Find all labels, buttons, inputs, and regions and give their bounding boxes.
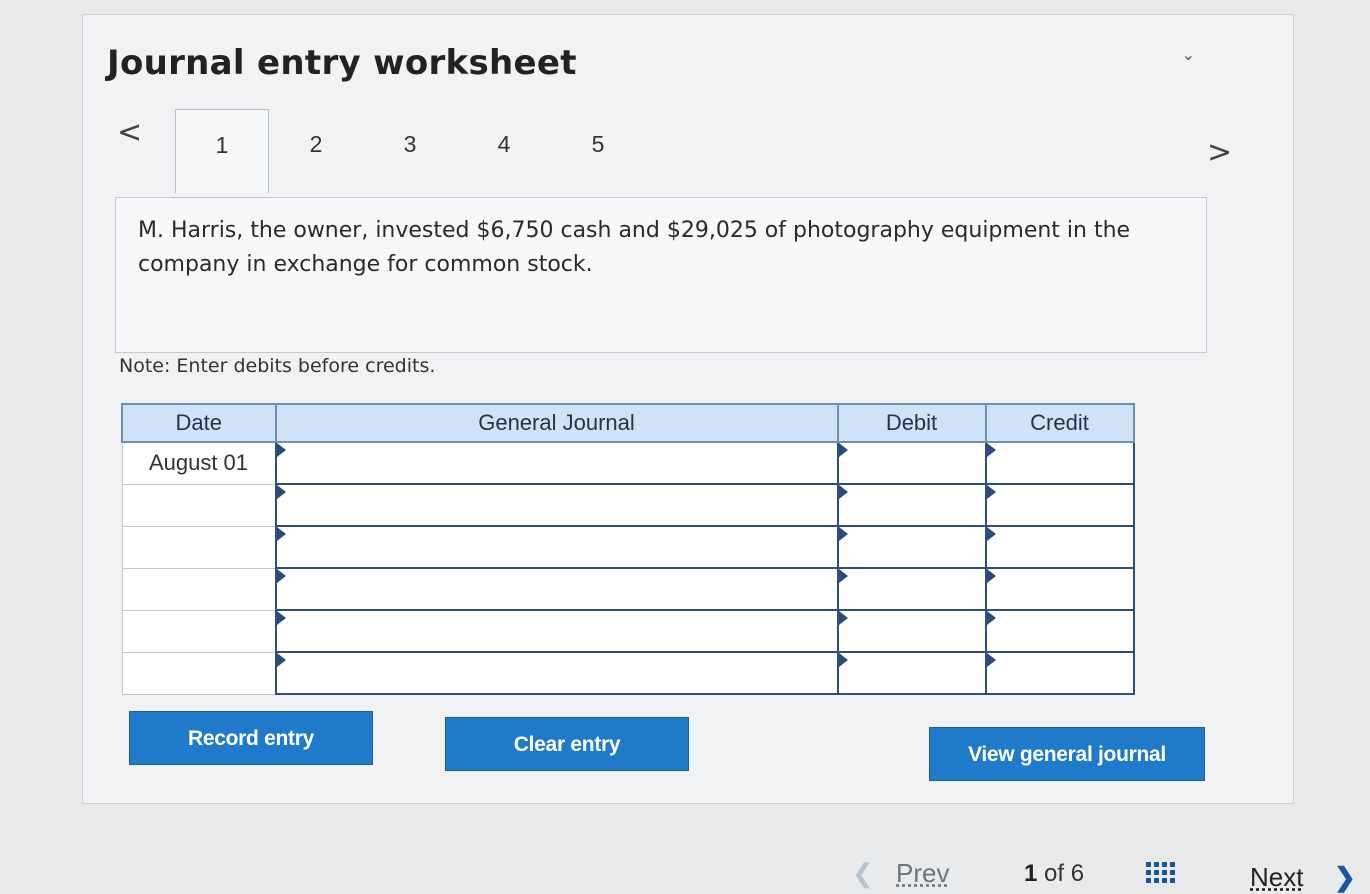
table-row [121,609,1135,653]
tab-next-arrow-icon[interactable]: > [1207,135,1232,170]
date-cell [121,567,276,611]
tab-3[interactable]: 3 [363,109,457,183]
page-indicator: 1 of 6 [1024,860,1084,888]
tab-2[interactable]: 2 [269,109,363,183]
next-arrow-icon[interactable]: ❯ [1334,862,1356,893]
journal-entry-worksheet: Journal entry worksheet ⌄ < 1 2 3 4 5 > … [82,14,1294,804]
view-general-journal-button[interactable]: View general journal [929,727,1205,781]
table-row [121,567,1135,611]
journal-table: Date General Journal Debit Credit August… [121,403,1135,695]
grid-view-icon[interactable] [1146,862,1176,890]
credit-input[interactable] [984,483,1135,527]
credit-input[interactable] [984,441,1135,485]
account-input[interactable] [274,441,839,485]
date-cell [121,651,276,695]
date-cell: August 01 [121,441,276,485]
tab-5[interactable]: 5 [551,109,645,183]
debit-input[interactable] [836,651,987,695]
date-header: Date [121,403,277,443]
collapse-chevron-icon[interactable]: ⌄ [1182,45,1195,64]
note-text: Note: Enter debits before credits. [119,355,436,377]
account-input[interactable] [274,483,839,527]
of-label: of [1044,860,1065,887]
table-row: August 01 [121,441,1135,485]
tab-prev-arrow-icon[interactable]: < [117,115,142,150]
tab-4[interactable]: 4 [457,109,551,183]
debit-input[interactable] [836,567,987,611]
pagination-footer: ❮ Prev 1 of 6 Next ❯ [0,852,1370,894]
prev-arrow-icon[interactable]: ❮ [852,858,874,889]
credit-header: Credit [984,403,1135,443]
date-cell [121,609,276,653]
debit-input[interactable] [836,441,987,485]
total-pages: 6 [1070,860,1085,887]
table-row [121,525,1135,569]
clear-entry-button[interactable]: Clear entry [445,717,689,771]
account-input[interactable] [274,609,839,653]
prev-button[interactable]: Prev [896,858,949,889]
account-input[interactable] [274,567,839,611]
date-cell [121,483,276,527]
account-input[interactable] [274,525,839,569]
question-text: M. Harris, the owner, invested $6,750 ca… [115,197,1207,353]
general-journal-header: General Journal [274,403,839,443]
table-row [121,651,1135,695]
debit-input[interactable] [836,483,987,527]
tab-1[interactable]: 1 [175,109,269,193]
account-input[interactable] [274,651,839,695]
table-row [121,483,1135,527]
debit-header: Debit [836,403,987,443]
debit-input[interactable] [836,609,987,653]
credit-input[interactable] [984,567,1135,611]
next-button[interactable]: Next [1250,862,1303,893]
debit-input[interactable] [836,525,987,569]
record-entry-button[interactable]: Record entry [129,711,373,765]
worksheet-title: Journal entry worksheet [107,43,577,83]
worksheet-tabs: 1 2 3 4 5 [175,109,645,195]
date-cell [121,525,276,569]
credit-input[interactable] [984,525,1135,569]
credit-input[interactable] [984,651,1135,695]
credit-input[interactable] [984,609,1135,653]
current-page: 1 [1024,860,1038,887]
